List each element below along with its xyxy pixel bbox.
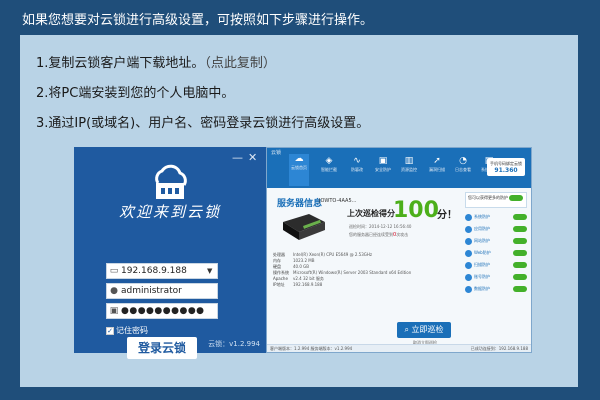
copy-link[interactable]: （点此复制） [204,56,276,71]
protection-toggle[interactable] [509,195,524,201]
home-icon: ☁ [294,154,304,164]
phone-bind-label: 手机号码绑定云锁 [490,161,522,166]
step-1-text: 1.复制云锁客户端下载地址。 [36,56,205,71]
side-item[interactable]: 扫描防护 [465,260,527,270]
steps-panel: 1.复制云锁客户端下载地址。（点此复制） 2.将PC端安装到您的个人电脑中。 3… [20,35,578,387]
minimize-button[interactable]: — [232,151,243,164]
lock-icon: ▣ [378,156,388,166]
protection-icon [465,213,472,221]
protection-icon [465,225,472,233]
side-item[interactable]: 应用防护 [465,224,527,234]
side-item[interactable]: 账号防护 [465,272,527,282]
version-label: 云锁：v1.2.994 [208,340,260,348]
intro-text: 如果您想要对云锁进行高级设置，可按照如下步骤进行操作。 [22,13,374,28]
server-name: JOWTO-4AA5... [319,198,357,204]
app-window: 云锁 ☁ 云锁首页 ◈ 智能拦截 ∿ 防篡改 ▣ 安全防护 ▥ 资源监控 ➚ 漏洞扫描 ◔ 日… [266,147,532,353]
close-button[interactable]: ✕ [248,151,257,164]
server-icon [283,214,325,240]
login-button[interactable]: 登录云锁 [127,337,197,359]
shield-icon: ◈ [325,156,333,166]
pie-icon: ◔ [459,156,467,166]
status-right: 已成功连接到：192.168.9.188 [470,346,528,351]
checkbox-checked-icon[interactable]: ✓ [106,326,114,335]
lock-icon: ▣ [109,306,119,316]
password-field[interactable]: ▣ ●●●●●●●●●● [106,303,218,319]
status-bar: 客户端版本：1.2.994 服务端版本：v1.2.994 已成功连接到：192.… [267,344,531,352]
tool-log[interactable]: ◔ 日志查看 [453,156,473,173]
chart-icon: ▥ [404,156,414,166]
tool-tamper[interactable]: ∿ 防篡改 [347,156,367,173]
protection-icon [465,249,472,257]
status-left: 客户端版本：1.2.994 服务端版本：v1.2.994 [270,346,353,351]
toggle[interactable] [513,286,527,292]
app-title: 云锁 [271,150,282,156]
protection-icon [465,273,472,281]
rocket-icon: ➚ [433,156,441,166]
side-item[interactable]: 数据防护 [465,284,527,294]
toggle[interactable] [513,238,527,244]
phone-bind-button[interactable]: 手机号码绑定云锁 91.360 [487,158,525,176]
remember-password[interactable]: ✓ 记住密码 [106,325,148,336]
server-info-list: 处理器 Intel(R) Xeon(R) CPU E5649 @ 2.53GHz … [273,252,412,287]
ip-field[interactable]: ▭ 192.168.9.188 ▼ [106,263,218,279]
step-2: 2.将PC端安装到您的个人电脑中。 [36,86,235,101]
protection-status: 您可以获得更多的防护 [465,192,527,208]
monitor-icon: ▭ [109,266,119,276]
wave-icon: ∿ [353,156,361,166]
toggle[interactable] [513,214,527,220]
score-time: 巡检时间：2014-12-12 16:56:40 [349,224,412,229]
toggle[interactable] [513,274,527,280]
toggle[interactable] [513,262,527,268]
tool-intercept[interactable]: ◈ 智能拦截 [319,156,339,173]
username-field[interactable]: ● administrator [106,283,218,299]
app-toolbar: 云锁 ☁ 云锁首页 ◈ 智能拦截 ∿ 防篡改 ▣ 安全防护 ▥ 资源监控 ➚ 漏洞扫描 ◔ 日… [267,148,531,188]
tool-monitor[interactable]: ▥ 资源监控 [399,156,419,173]
side-item[interactable]: 系统防护 [465,212,527,222]
score-note: 您的服务器已经连续受到0次攻击 [349,232,409,238]
remember-label: 记住密码 [116,326,148,335]
search-icon: ⌕ [404,325,409,334]
server-info-title: 服务器信息 [277,199,323,209]
cloud-lock-logo-icon [155,164,187,199]
protection-icon [465,237,472,245]
toggle[interactable] [513,226,527,232]
user-icon: ● [110,286,118,296]
step-3: 3.通过IP(或域名)、用户名、密码登录云锁进行高级设置。 [36,116,370,131]
tool-scan[interactable]: ➚ 漏洞扫描 [427,156,447,173]
page: 如果您想要对云锁进行高级设置，可按照如下步骤进行操作。 1.复制云锁客户端下载地… [0,0,600,400]
ip-value: 192.168.9.188 [121,266,187,276]
step-1: 1.复制云锁客户端下载地址。（点此复制） [36,52,276,71]
username-value: administrator [121,286,182,296]
password-value: ●●●●●●●●●● [121,306,205,316]
tool-home[interactable]: ☁ 云锁首页 [289,154,309,186]
score-value: 100 [393,198,439,223]
protection-icon [465,285,472,293]
last-score-label: 上次巡检得分 [347,209,395,218]
phone-bind-number: 91.360 [494,167,518,174]
toggle[interactable] [513,250,527,256]
welcome-title: 欢迎来到云锁 [118,203,221,221]
side-item[interactable]: 网站防护 [465,236,527,246]
side-item[interactable]: Web防护 [465,248,527,258]
chevron-down-icon[interactable]: ▼ [207,267,217,275]
tool-protect[interactable]: ▣ 安全防护 [373,156,393,173]
protection-icon [465,261,472,269]
score-unit: 分！ [437,210,457,221]
inspect-now-button[interactable]: ⌕ 立即巡检 [397,322,451,338]
login-window: — ✕ 欢迎来到云锁 ▭ 192.168.9.188 ▼ ● administr… [74,147,266,359]
